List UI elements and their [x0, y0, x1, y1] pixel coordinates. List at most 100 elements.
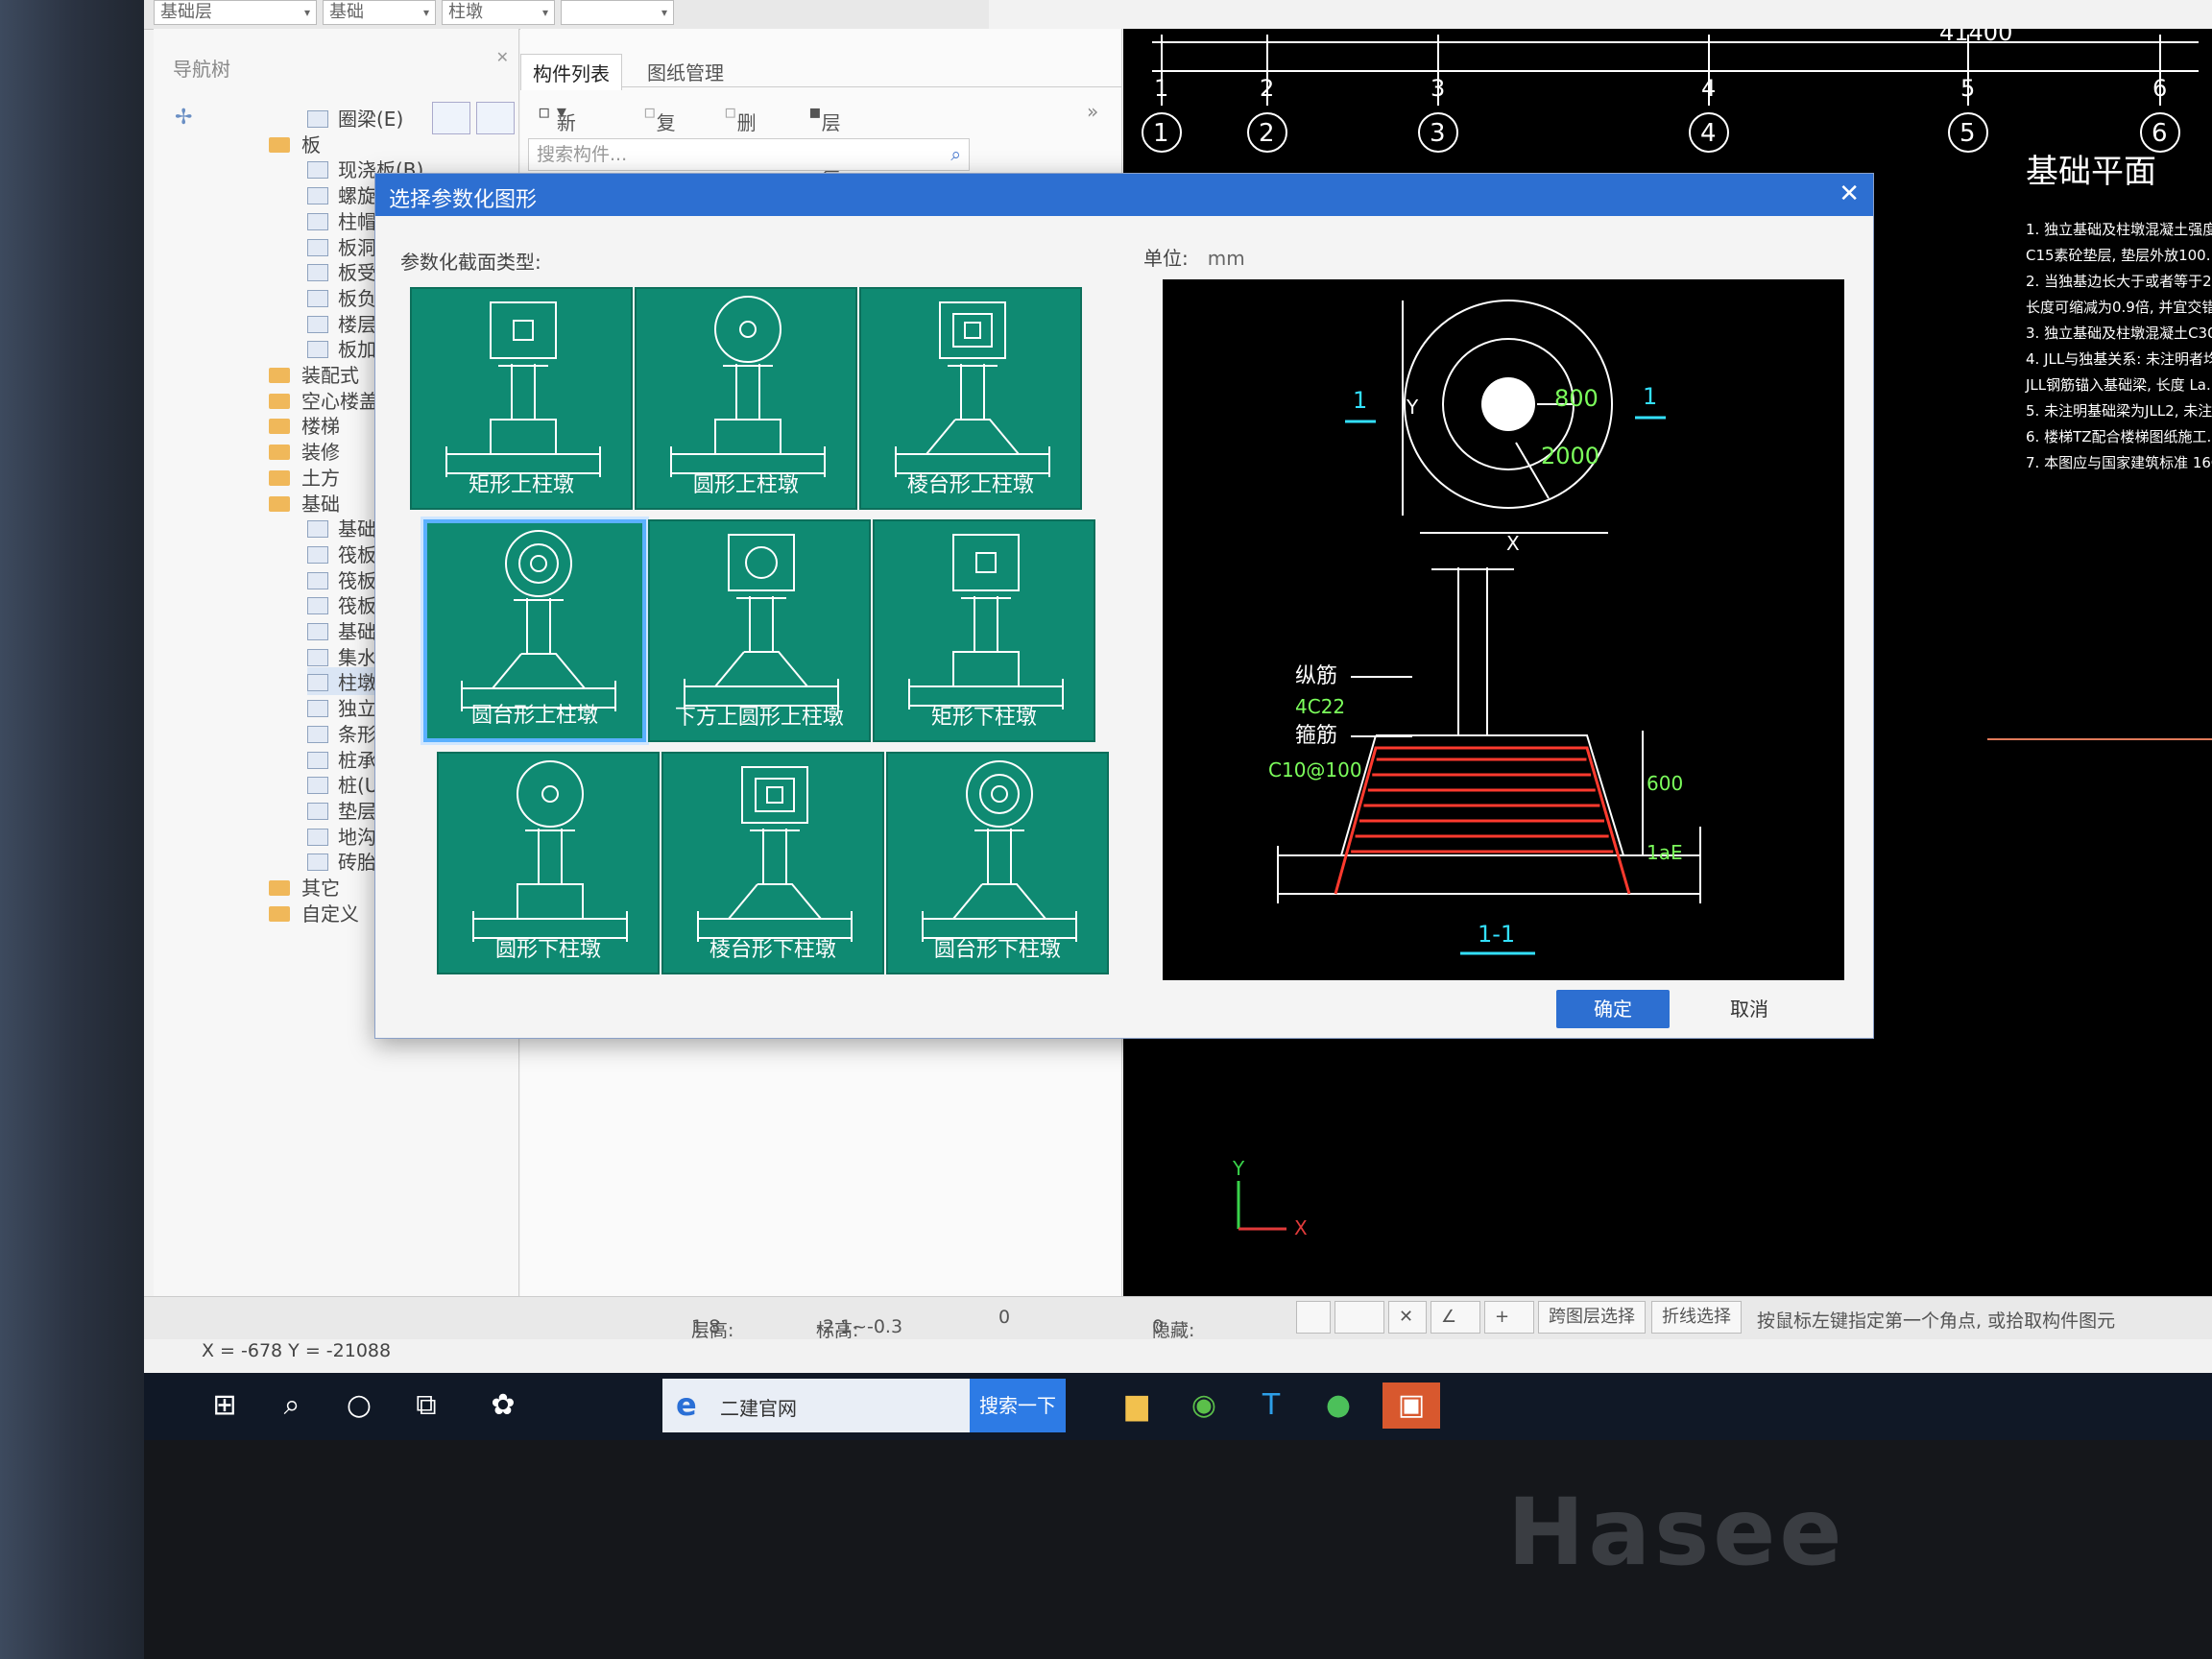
shape-tile[interactable]: 圆台形上柱墩: [423, 519, 646, 743]
list-view-icon[interactable]: [432, 102, 470, 134]
column-circle: [1481, 377, 1535, 431]
preview-drawing: 800 2000 Y X 1 1 纵筋 4C22 箍筋 C10@100 600 1aE 1-1: [1268, 300, 1701, 955]
cross-icon[interactable]: ✕: [1388, 1301, 1427, 1334]
close-icon[interactable]: ✕: [496, 48, 509, 66]
cross-layer-select-button[interactable]: 跨图层选择: [1538, 1301, 1646, 1334]
component-icon: [307, 700, 328, 718]
grid-view-icon[interactable]: [476, 102, 515, 134]
angle-icon[interactable]: ∠: [1431, 1301, 1480, 1334]
tree-item[interactable]: 基础: [269, 489, 340, 517]
file-explorer-icon[interactable]: ▆: [1114, 1382, 1160, 1429]
ucs-y-label: Y: [1232, 1157, 1245, 1180]
component-icon: [307, 289, 328, 307]
search-icon[interactable]: ⌕: [269, 1382, 315, 1429]
tree-item-label: 板: [301, 132, 321, 156]
brand-logo: Hasee: [1507, 1479, 1846, 1586]
search-icon: ⌕: [950, 144, 961, 165]
app-pinwheel-icon[interactable]: ✿: [480, 1382, 526, 1429]
cancel-button[interactable]: 取消: [1693, 990, 1806, 1028]
taskbar-search-button[interactable]: 搜索一下: [970, 1379, 1066, 1432]
plan-note: 6. 楼梯TZ配合楼梯图纸施工.: [2026, 428, 2211, 445]
category-select[interactable]: 基础 ▾: [323, 0, 436, 25]
wechat-icon[interactable]: ●: [1315, 1382, 1361, 1429]
component-search-input[interactable]: 搜索构件... ⌕: [528, 138, 970, 171]
select-box-icon[interactable]: [1334, 1301, 1384, 1334]
component-icon: [307, 623, 328, 640]
ucs-x-label: X: [1294, 1216, 1308, 1239]
tree-item[interactable]: 装修: [269, 437, 340, 465]
task-view-icon[interactable]: ⧉: [403, 1382, 449, 1429]
polyline-select-button[interactable]: 折线选择: [1651, 1301, 1742, 1334]
floor-select[interactable]: 基础层 ▾: [154, 0, 317, 25]
copy-button[interactable]: ▫ 复制: [643, 100, 676, 162]
component-icon: [307, 545, 328, 564]
tree-item-label: 圈梁(E): [338, 108, 404, 131]
component-icon: [307, 854, 328, 872]
snap-icon[interactable]: [1296, 1301, 1331, 1334]
tree-item[interactable]: 装配式: [269, 360, 359, 388]
shape-tile[interactable]: 矩形上柱墩: [410, 287, 633, 510]
shape-tile-label: 圆形上柱墩: [692, 473, 799, 497]
taskbar-search-box[interactable]: e 二建官网: [662, 1379, 970, 1432]
folder-icon: [269, 368, 290, 383]
tab-component-list[interactable]: 构件列表: [520, 54, 622, 90]
floor-copy-button[interactable]: ▪ 层间复制: [808, 100, 841, 218]
dialog-title: 选择参数化图形: [389, 188, 538, 212]
t-app-icon[interactable]: T: [1248, 1382, 1294, 1429]
component-icon: [307, 520, 328, 539]
axis-bubble-number: 2: [1259, 119, 1275, 148]
nav-title: 导航树: [173, 58, 230, 81]
dialog-close-icon[interactable]: ✕: [1839, 180, 1860, 208]
plan-title: 基础平面: [2026, 153, 2156, 191]
more-icon[interactable]: »: [1087, 100, 1098, 123]
tree-item[interactable]: 楼梯: [269, 411, 340, 439]
new-button[interactable]: ▫ 新建 ▾: [538, 100, 576, 162]
windows-start-icon[interactable]: ⊞: [202, 1382, 248, 1429]
tree-item[interactable]: 其它: [269, 873, 340, 901]
pin-icon[interactable]: ✢: [175, 106, 192, 130]
shape-tile[interactable]: 棱台形下柱墩: [661, 752, 884, 975]
tree-item[interactable]: 板: [269, 130, 321, 157]
tree-item[interactable]: 土方: [269, 463, 340, 491]
dialog-titlebar: 选择参数化图形 ✕: [375, 174, 1873, 216]
shape-tile[interactable]: 矩形下柱墩: [872, 519, 1095, 743]
shape-tile[interactable]: 圆形上柱墩: [634, 287, 857, 510]
tree-item[interactable]: 自定义: [269, 899, 359, 926]
stirrup-label: 箍筋: [1295, 724, 1337, 748]
folder-icon: [269, 445, 290, 461]
shape-tile[interactable]: 圆形下柱墩: [437, 752, 660, 975]
parametric-shape-dialog: 选择参数化图形 ✕ 参数化截面类型: 单位: mm 矩形上柱墩 圆形上柱墩 棱台形上柱…: [374, 173, 1874, 1039]
axis-bubble-number: 3: [1430, 119, 1446, 148]
axis-bubble-number: 4: [1700, 119, 1717, 148]
tab-drawing-management[interactable]: 图纸管理: [636, 54, 735, 89]
shape-tile-label: 矩形上柱墩: [468, 473, 574, 497]
ok-button[interactable]: 确定: [1556, 990, 1670, 1028]
axis-bubble-number: 6: [2152, 119, 2168, 148]
folder-icon: [269, 469, 290, 486]
type-select[interactable]: 柱墩 ▾: [442, 0, 555, 25]
component-icon: [307, 751, 328, 769]
cortana-icon[interactable]: ○: [336, 1382, 382, 1429]
folder-icon: [269, 495, 290, 512]
long-bar-value: 4C22: [1295, 695, 1345, 718]
top-dimension: 41400: [1939, 29, 2012, 46]
folder-icon: [269, 419, 290, 435]
tree-item[interactable]: 圈梁(E): [307, 104, 403, 132]
floor-selector-bar: 基础层 ▾ 基础 ▾ 柱墩 ▾ ▾: [144, 0, 989, 30]
component-icon: [307, 777, 328, 795]
shape-tile[interactable]: 棱台形上柱墩: [858, 287, 1082, 510]
shape-tile-grid: 矩形上柱墩 圆形上柱墩 棱台形上柱墩 圆台形上柱墩 下方上圆形上柱墩 矩形下柱墩 圆形下柱墩…: [410, 287, 1140, 998]
tree-item[interactable]: 空心楼盖: [269, 386, 378, 414]
component-tabs: 构件列表 图纸管理: [520, 48, 1121, 90]
gtj-app-icon[interactable]: ▣: [1382, 1382, 1440, 1429]
component-select[interactable]: ▾: [561, 0, 674, 25]
shape-tile[interactable]: 圆台形下柱墩: [885, 752, 1109, 975]
component-icon: [307, 802, 328, 820]
section-title: 1-1: [1478, 921, 1515, 948]
zero-value: 0: [998, 1307, 1011, 1328]
shape-tile[interactable]: 下方上圆形上柱墩: [647, 519, 871, 743]
delete-button[interactable]: ▫ 删除: [724, 100, 757, 162]
offset-icon[interactable]: +: [1484, 1301, 1534, 1334]
browser-icon[interactable]: ◉: [1181, 1382, 1227, 1429]
folder-icon: [269, 905, 290, 922]
